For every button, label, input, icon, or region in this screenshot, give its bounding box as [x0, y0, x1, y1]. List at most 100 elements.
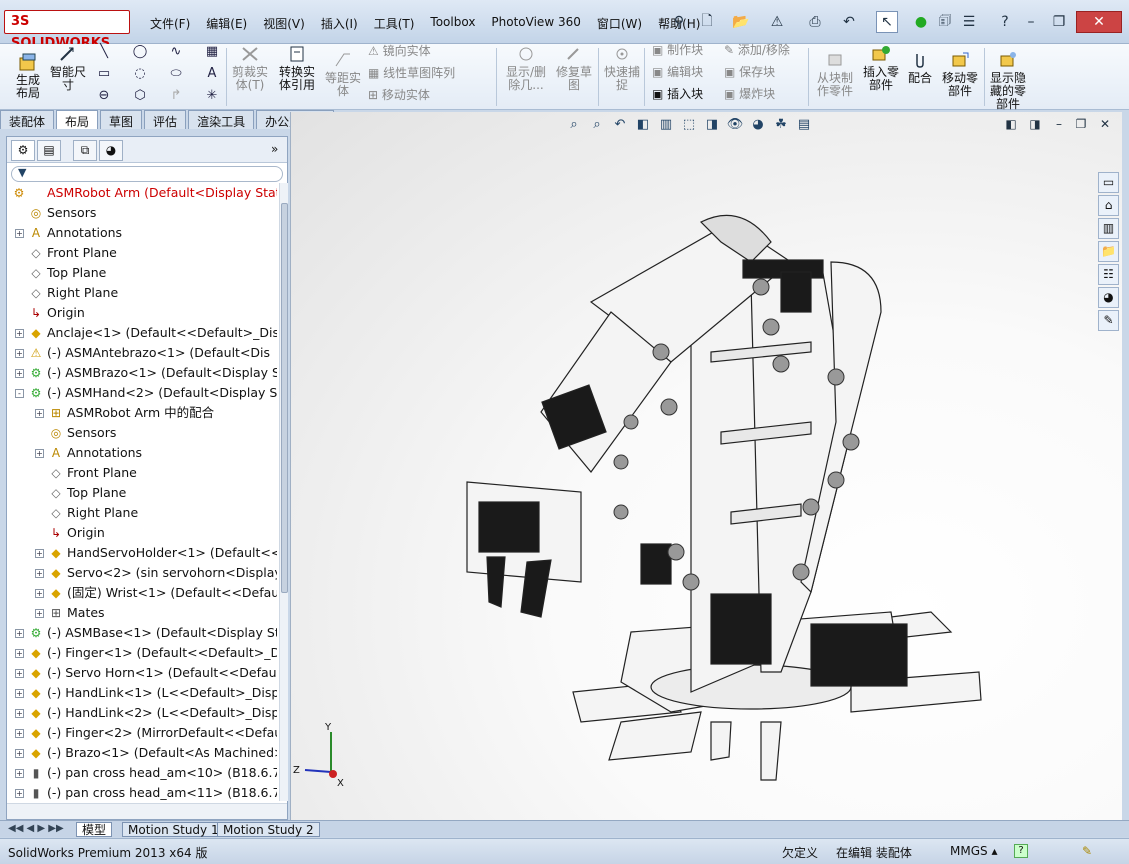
feature-tree-tab[interactable]: ⚙: [11, 140, 35, 161]
repair-sketch-button[interactable]: 修复草 图: [552, 44, 596, 92]
tab-motion-study-1[interactable]: Motion Study 1: [122, 822, 225, 837]
tree-node[interactable]: + ⊞ Mates: [7, 603, 277, 623]
tree-node[interactable]: + ◆ (-) Brazo<1> (Default<As Machined>-: [7, 743, 277, 763]
spline-icon[interactable]: ∿: [168, 44, 184, 60]
tab-layout[interactable]: 布局: [56, 110, 99, 129]
doc-minimize-icon[interactable]: –: [1050, 117, 1068, 131]
expand-icon[interactable]: +: [15, 749, 24, 758]
hide-show-items-icon[interactable]: 👁: [726, 116, 744, 134]
slot-icon[interactable]: ⊖: [96, 88, 112, 104]
menu-tools[interactable]: 工具(T): [366, 12, 423, 34]
tree-node[interactable]: + ◆ Anclaje<1> (Default<<Default>_Displa: [7, 323, 277, 343]
close-icon[interactable]: ✕: [1076, 11, 1122, 33]
appearances-icon[interactable]: ◕: [1098, 287, 1119, 308]
tree-filter[interactable]: ▼: [11, 166, 283, 182]
expand-icon[interactable]: +: [15, 669, 24, 678]
tree-node[interactable]: ◇ Front Plane: [7, 463, 277, 483]
expand-icon[interactable]: +: [15, 709, 24, 718]
insert-components-button[interactable]: 插入零 部件: [858, 44, 904, 92]
tab-sketch[interactable]: 草图: [100, 110, 143, 129]
tree-node[interactable]: ↳ Origin: [7, 523, 277, 543]
view-palette-icon[interactable]: ☷: [1098, 264, 1119, 285]
tree-node[interactable]: + ◆ (-) Servo Horn<1> (Default<<Default>: [7, 663, 277, 683]
tree-node[interactable]: ◇ Front Plane: [7, 243, 277, 263]
restore-icon[interactable]: ❐: [1048, 11, 1070, 33]
zoom-to-fit-icon[interactable]: ⌕: [565, 116, 583, 134]
ellipse-icon[interactable]: ⬭: [168, 66, 184, 82]
expand-icon[interactable]: +: [15, 789, 24, 798]
expand-icon[interactable]: +: [15, 689, 24, 698]
menu-insert[interactable]: 插入(I): [313, 12, 366, 34]
expand-panel-icon[interactable]: »: [271, 142, 278, 156]
show-hidden-components-button[interactable]: 显示隐 藏的零 部件: [986, 50, 1030, 111]
tab-model[interactable]: 模型: [76, 822, 113, 837]
configuration-manager-tab[interactable]: ⧉: [73, 140, 97, 161]
tree-node[interactable]: + ⚙ (-) ASMBase<1> (Default<Display Stat: [7, 623, 277, 643]
convert-entities-button[interactable]: 转换实 体引用: [274, 44, 320, 92]
expand-icon[interactable]: +: [15, 349, 24, 358]
tree-node[interactable]: ◇ Top Plane: [7, 483, 277, 503]
doc-restore-icon[interactable]: ❐: [1072, 117, 1090, 131]
explode-block-button[interactable]: ▣ 爆炸块: [724, 88, 804, 101]
apply-scene-icon[interactable]: ☘: [772, 116, 790, 134]
tree-node[interactable]: + ◆ (-) Finger<1> (Default<<Default>_Disp: [7, 643, 277, 663]
rectangle-icon[interactable]: ▭: [96, 66, 112, 82]
traffic-light-icon[interactable]: ●: [910, 11, 932, 33]
tree-node[interactable]: + ◆ (-) HandLink<2> (L<<Default>_Display: [7, 703, 277, 723]
menu-photoview[interactable]: PhotoView 360: [483, 12, 588, 34]
print-icon[interactable]: ⎙: [804, 11, 826, 33]
options-list-icon[interactable]: ☰: [958, 11, 980, 33]
tree-node[interactable]: + ◆ Servo<2> (sin servohorn<Display S: [7, 563, 277, 583]
undo-icon[interactable]: ↶: [838, 11, 860, 33]
tab-evaluate[interactable]: 评估: [144, 110, 187, 129]
tree-node[interactable]: + ◆ (-) HandLink<1> (L<<Default>_Display: [7, 683, 277, 703]
rebuild-warning-icon[interactable]: ⚠: [766, 11, 788, 33]
open-folder-icon[interactable]: 📂: [730, 11, 752, 33]
help-status-icon[interactable]: ?: [1014, 844, 1028, 858]
menu-view[interactable]: 视图(V): [255, 12, 313, 34]
pin-icon[interactable]: ⚲: [668, 11, 690, 33]
fillet-icon[interactable]: ↱: [168, 88, 184, 104]
text-icon[interactable]: A: [204, 66, 220, 82]
insert-block-button[interactable]: ▣ 插入块: [652, 88, 722, 101]
tile-right-icon[interactable]: ◨: [1026, 117, 1044, 131]
tree-node[interactable]: ↳ Origin: [7, 303, 277, 323]
custom-properties-icon[interactable]: ✎: [1098, 310, 1119, 331]
smart-dimension-button[interactable]: 智能尺 寸: [48, 44, 88, 92]
tab-scroll-arrows[interactable]: ◀◀ ◀ ▶ ▶▶: [8, 823, 64, 834]
move-component-button[interactable]: 移动零 部件: [938, 50, 982, 98]
polygon-icon[interactable]: ⬡: [132, 88, 148, 104]
point-icon[interactable]: ✳: [204, 88, 220, 104]
make-part-from-block-button[interactable]: 从块制 作零件: [812, 50, 858, 98]
tree-node[interactable]: + A Annotations: [7, 443, 277, 463]
tree-horizontal-scrollbar[interactable]: [7, 803, 287, 819]
linear-pattern-button[interactable]: ▦ 线性草图阵列: [368, 67, 488, 80]
trim-entities-button[interactable]: 剪裁实 体(T): [228, 44, 272, 92]
graphics-area[interactable]: Y Z X: [290, 112, 1122, 820]
display-manager-tab[interactable]: ◕: [99, 140, 123, 161]
section-view-icon[interactable]: ◧: [634, 116, 652, 134]
save-block-button[interactable]: ▣ 保存块: [724, 66, 804, 79]
view-settings-icon[interactable]: ▤: [795, 116, 813, 134]
paperclip-status-icon[interactable]: ✎: [1082, 844, 1092, 858]
tree-node[interactable]: + ◆ (固定) Wrist<1> (Default<<Default>: [7, 583, 277, 603]
tree-node[interactable]: ⚙ ASMRobot Arm (Default<Display State: [7, 183, 277, 203]
tab-motion-study-2[interactable]: Motion Study 2: [217, 822, 320, 837]
collapse-icon[interactable]: -: [15, 389, 24, 398]
expand-icon[interactable]: +: [35, 609, 44, 618]
grid-icon[interactable]: ▦: [204, 44, 220, 60]
tree-node[interactable]: + ◆ HandServoHolder<1> (Default<<D: [7, 543, 277, 563]
file-explorer-icon[interactable]: 📁: [1098, 241, 1119, 262]
menu-toolbox[interactable]: Toolbox: [422, 12, 483, 34]
minimize-icon[interactable]: –: [1020, 11, 1042, 33]
tree-node[interactable]: - ⚙ (-) ASMHand<2> (Default<Display Sta: [7, 383, 277, 403]
offset-entities-button[interactable]: 等距实 体: [320, 50, 366, 98]
display-style-icon[interactable]: ◨: [703, 116, 721, 134]
dynamic-annotation-icon[interactable]: ▥: [657, 116, 675, 134]
tree-node[interactable]: ◇ Right Plane: [7, 503, 277, 523]
tree-node[interactable]: ◇ Right Plane: [7, 283, 277, 303]
home-icon[interactable]: ⌂: [1098, 195, 1119, 216]
tile-left-icon[interactable]: ◧: [1002, 117, 1020, 131]
tab-render-tools[interactable]: 渲染工具: [188, 110, 255, 129]
make-block-button[interactable]: ▣ 制作块: [652, 44, 722, 57]
